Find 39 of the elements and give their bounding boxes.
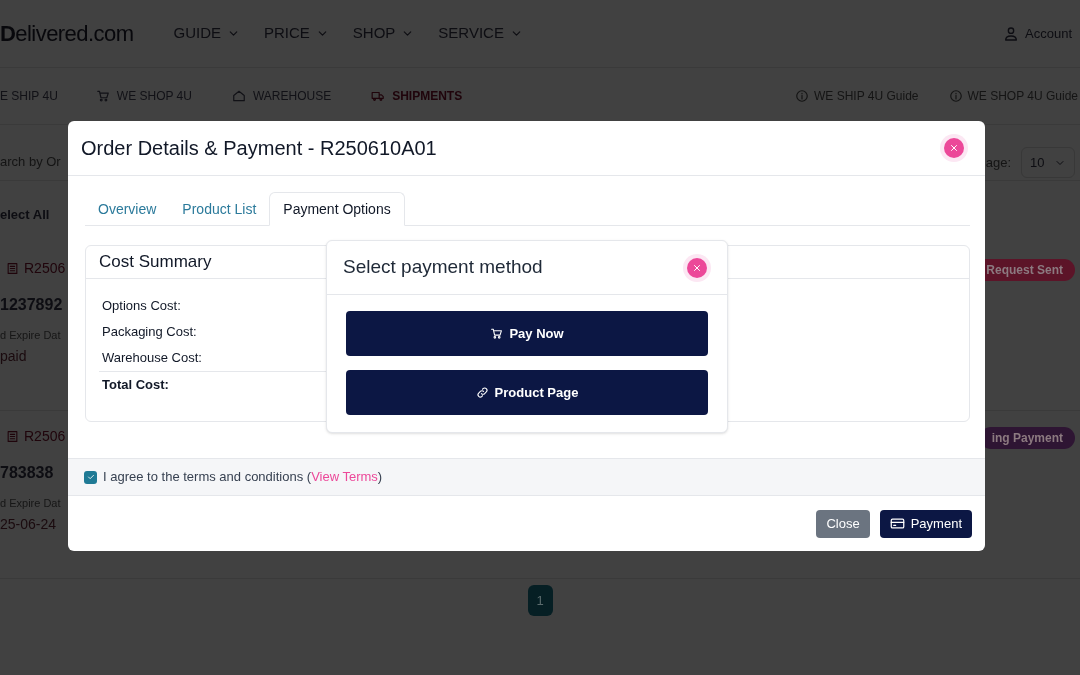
site-logo[interactable]: Delivered.com [0, 17, 174, 50]
modal-title: Order Details & Payment - R250610A01 [81, 136, 437, 161]
cart-icon [490, 327, 504, 340]
expire-date-value: paid [0, 346, 27, 366]
payment-option-button[interactable]: Pay Now [346, 311, 708, 356]
user-icon [1003, 25, 1019, 42]
tab[interactable]: Overview [85, 192, 170, 226]
cost-label: Options Cost: [101, 297, 181, 316]
close-button[interactable] [944, 138, 964, 158]
close-button[interactable] [687, 257, 707, 278]
cart-icon [95, 89, 110, 103]
sub-nav-tab[interactable]: SHIPMENTS [371, 87, 463, 105]
view-terms-link[interactable]: View Terms [311, 469, 378, 485]
expire-date-value: 25-06-24 [0, 514, 57, 534]
document-icon [6, 429, 19, 443]
cost-label: Warehouse Cost: [101, 349, 202, 368]
close-icon [948, 142, 960, 154]
popup-title: Select payment method [343, 255, 543, 280]
card-title: Cost Summary [99, 251, 212, 274]
close-button[interactable]: Close [816, 509, 870, 538]
terms-checkbox[interactable] [84, 470, 97, 484]
house-icon [231, 89, 246, 103]
cost-label: Packaging Cost: [101, 323, 197, 342]
payment-option-button[interactable]: Product Page [346, 370, 708, 415]
truck-icon [371, 89, 386, 103]
tab[interactable]: Payment Options [269, 192, 405, 226]
tab[interactable]: Product List [169, 192, 270, 226]
link-icon [475, 386, 489, 399]
order-id[interactable]: R2506 [24, 257, 66, 279]
payment-button[interactable]: Payment [879, 509, 972, 538]
credit-card-icon [889, 516, 905, 531]
check-icon [85, 472, 96, 482]
order-id[interactable]: R2506 [24, 425, 66, 447]
info-icon [948, 89, 963, 103]
cost-label: Total Cost: [101, 375, 169, 394]
info-icon [795, 89, 810, 103]
page-button[interactable]: 1 [527, 585, 553, 616]
document-icon [6, 261, 19, 275]
terms-agreement-text: I agree to the terms and conditions (View Terms) [103, 468, 383, 487]
